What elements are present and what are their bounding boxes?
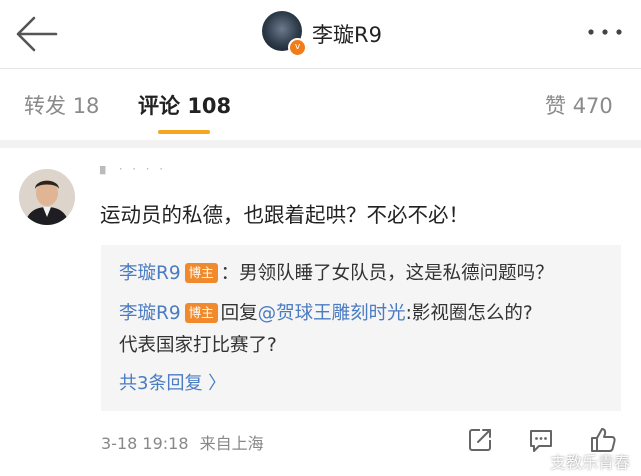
reply-prefix: 回复 (220, 303, 258, 324)
tab-reposts[interactable]: 转发 18 (24, 90, 99, 120)
tab-reposts-count: 18 (72, 94, 100, 118)
tab-comments-count: 108 (187, 94, 232, 118)
tab-likes[interactable]: 赞 470 (545, 90, 613, 120)
back-arrow-icon[interactable] (14, 14, 58, 54)
view-more-replies-link[interactable]: 共3条回复 〉 (119, 369, 226, 395)
comment-meta: 3-18 19:18 来自上海 (101, 430, 264, 454)
reply-item-1[interactable]: 李璇R9 博主 ：男领队睡了女队员，这是私德问题吗？ (119, 259, 554, 285)
active-tab-indicator (158, 130, 210, 134)
commenter-avatar[interactable] (19, 169, 75, 225)
author-badge: 博主 (184, 303, 218, 323)
comment-location: 来自上海 (199, 434, 264, 453)
tab-likes-label: 赞 (545, 94, 566, 118)
verified-badge-icon: v (288, 38, 307, 57)
author-badge: 博主 (184, 263, 218, 283)
reply-author[interactable]: 李璇R9 (119, 303, 181, 324)
reply-text-continued: 代表国家打比赛了? (119, 335, 277, 356)
tab-comments[interactable]: 评论 108 (138, 90, 231, 120)
watermark-text: 支教乐青春 (550, 453, 631, 472)
tab-likes-count: 470 (572, 94, 613, 118)
tab-comments-label: 评论 (138, 94, 180, 118)
tab-bar: 转发 18 评论 108 赞 470 (0, 68, 641, 140)
reply-text: ：男领队睡了女队员，这是私德问题吗？ (220, 263, 554, 284)
person-photo-icon (19, 169, 75, 225)
header-user-name[interactable]: 李璇R9 (312, 19, 382, 49)
section-gap (0, 140, 641, 148)
reply-author[interactable]: 李璇R9 (119, 263, 181, 284)
more-dots-icon[interactable] (585, 22, 625, 42)
reply-item-2[interactable]: 李璇R9 博主 回复@贺球王雕刻时光:影视圈怎么的? (119, 299, 533, 325)
top-bar: v 李璇R9 (0, 0, 641, 68)
commenter-name-obscured[interactable]: ▘ ˙ ˙ ˙ ˙ (100, 167, 166, 183)
tab-reposts-label: 转发 (24, 94, 66, 118)
reply-thread[interactable]: 李璇R9 博主 ：男领队睡了女队员，这是私德问题吗？ 李璇R9 博主 回复@贺球王雕刻时… (101, 245, 621, 411)
comment-text: 运动员的私德，也跟着起哄？不必不必！ (100, 203, 469, 227)
reply-mention[interactable]: @贺球王雕刻时光 (258, 303, 406, 324)
weibo-icon (524, 455, 544, 469)
share-icon[interactable] (466, 426, 494, 454)
comment-time: 3-18 19:18 (101, 434, 189, 453)
reply-text: :影视圈怎么的? (405, 303, 533, 324)
